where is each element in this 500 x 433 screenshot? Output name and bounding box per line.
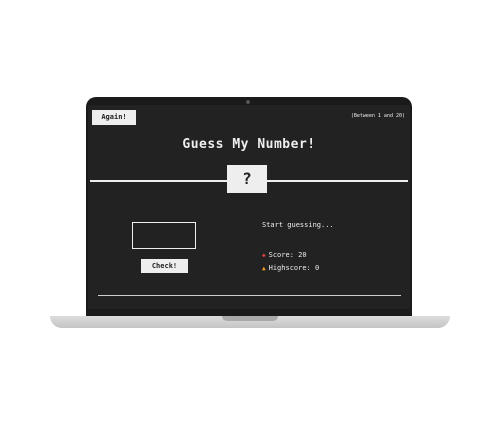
laptop-base — [50, 316, 450, 328]
highscore-value: 0 — [315, 264, 320, 272]
highscore-label: Highscore: — [268, 264, 311, 272]
footer-divider — [98, 295, 401, 296]
game-screen: Again! (Between 1 and 20) Guess My Numbe… — [88, 105, 410, 309]
laptop-bezel: Again! (Between 1 and 20) Guess My Numbe… — [86, 97, 412, 317]
secret-number-box: ? — [227, 165, 267, 193]
laptop-notch — [222, 316, 278, 321]
score-label: Score: — [268, 251, 294, 259]
check-button[interactable]: Check! — [141, 259, 188, 273]
score-icon: ◆ — [262, 252, 266, 259]
again-button[interactable]: Again! — [92, 110, 136, 125]
highscore-row: ▲ Highscore: 0 — [262, 264, 319, 272]
status-message: Start guessing... — [262, 221, 334, 229]
guess-input[interactable] — [132, 222, 196, 249]
score-row: ◆ Score: 20 — [262, 251, 307, 259]
laptop-mockup: Again! (Between 1 and 20) Guess My Numbe… — [0, 0, 500, 433]
camera-icon — [246, 100, 250, 104]
highscore-icon: ▲ — [262, 265, 266, 272]
score-value: 20 — [298, 251, 307, 259]
page-title: Guess My Number! — [182, 137, 316, 152]
range-note: (Between 1 and 20) — [350, 113, 405, 119]
